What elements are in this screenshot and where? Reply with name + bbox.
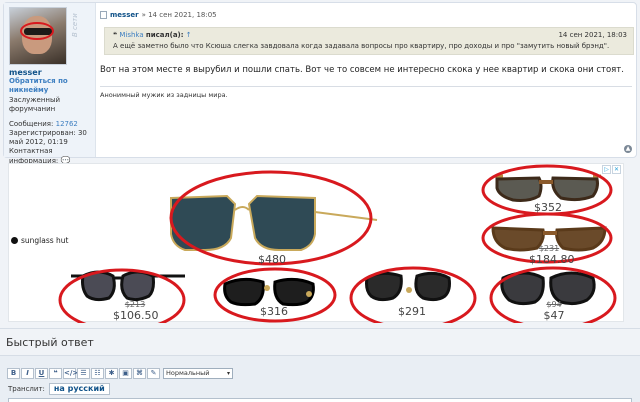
post-content: messer » 14 сен 2021, 18:05 ❝ Mishka пис… [100, 3, 636, 157]
italic-button[interactable]: I [21, 368, 34, 379]
post-text: Вот на этом месте я вырубил и пошли спат… [100, 65, 624, 75]
avatar[interactable] [9, 7, 67, 65]
post-header: messer » 14 сен 2021, 18:05 [100, 11, 630, 19]
section-divider [0, 328, 640, 329]
translit-row: Транслит: на русский [8, 383, 110, 395]
profile-posts: Сообщения: 12762 [9, 120, 91, 129]
online-badge: В сети [71, 13, 79, 37]
ordered-list-button[interactable]: ☷ [91, 368, 104, 379]
product-price-top-right: $352 [534, 201, 562, 214]
product-price-bottom-1: $213 $106.50 [113, 300, 159, 322]
quote-block: ❝ Mishka писал(а): ↑ 14 сен 2021, 18:03 … [104, 27, 634, 55]
post-author[interactable]: messer [110, 11, 139, 19]
ad-banner[interactable]: ▷ ✕ sunglass hut $480 $352 $231 $184.80 … [8, 163, 624, 323]
product-image-bottom-4[interactable] [500, 271, 596, 306]
posts-label: Сообщения: [9, 120, 54, 128]
product-price-bottom-3: $291 [398, 305, 426, 318]
color-button[interactable]: ✎ [147, 368, 160, 379]
link-button[interactable]: ⌘ [133, 368, 146, 379]
red-annotation-ring [20, 22, 54, 40]
quote-author[interactable]: Mishka [119, 31, 143, 39]
quote-icon: ❝ [113, 31, 118, 39]
post-profile: В сети messer Обратиться по никнейму Зас… [4, 3, 96, 165]
quote-date: 14 сен 2021, 18:03 [558, 31, 627, 39]
product-image-bottom-3[interactable] [365, 271, 451, 302]
product-price-mid-right: $231 $184.80 [529, 244, 575, 266]
back-to-top-icon[interactable]: ▲ [624, 145, 632, 153]
quick-reply-title: Быстрый ответ [6, 336, 94, 349]
profile-username[interactable]: messer [9, 68, 91, 77]
reply-textarea[interactable] [8, 398, 632, 402]
post-document-icon[interactable] [100, 11, 107, 19]
font-size-value: Нормальный [166, 369, 210, 377]
product-price-bottom-2: $316 [260, 305, 288, 318]
quote-header: ❝ Mishka писал(а): ↑ 14 сен 2021, 18:03 [113, 31, 627, 39]
product-price-bottom-4: $94 $47 [543, 300, 565, 322]
editor-toolbar: B I U ❝ </> ☰ ☷ ✱ ▣ ⌘ ✎ Нормальный ▾ [7, 368, 233, 379]
product-image-bottom-2[interactable] [223, 277, 315, 307]
translit-label: Транслит: [8, 385, 45, 393]
translit-button[interactable]: на русский [48, 383, 110, 395]
post-date: » 14 сен 2021, 18:05 [141, 11, 217, 19]
quote-text: А ещё заметно было что Ксюша слегка завд… [113, 42, 610, 50]
bold-button[interactable]: B [7, 368, 20, 379]
product-image-top-right[interactable] [495, 174, 601, 202]
posts-count-link[interactable]: 12762 [56, 120, 78, 128]
profile-rank: Заслуженный форумчанин [9, 96, 61, 113]
underline-button[interactable]: U [35, 368, 48, 379]
quote-button[interactable]: ❝ [49, 368, 62, 379]
list-item-button[interactable]: ✱ [105, 368, 118, 379]
mention-link[interactable]: Обратиться по никнейму [9, 77, 91, 95]
profile-registered: Зарегистрирован: 30 май 2012, 01:19 [9, 129, 87, 146]
code-button[interactable]: </> [63, 368, 78, 379]
chevron-down-icon: ▾ [226, 370, 230, 377]
quick-reply-panel: B I U ❝ </> ☰ ☷ ✱ ▣ ⌘ ✎ Нормальный ▾ Тра… [0, 355, 640, 402]
quote-jump-arrow-icon[interactable]: ↑ [186, 31, 192, 39]
font-size-select[interactable]: Нормальный ▾ [163, 368, 233, 379]
list-button[interactable]: ☰ [77, 368, 90, 379]
forum-post: В сети messer Обратиться по никнейму Зас… [3, 2, 637, 165]
image-button[interactable]: ▣ [119, 368, 132, 379]
product-image-large[interactable] [170, 194, 378, 251]
product-price-large: $480 [258, 253, 286, 266]
signature: Анонимный мужик из задницы мира. [100, 91, 228, 99]
signature-divider [100, 86, 632, 87]
quote-said: писал(а): [145, 31, 184, 39]
